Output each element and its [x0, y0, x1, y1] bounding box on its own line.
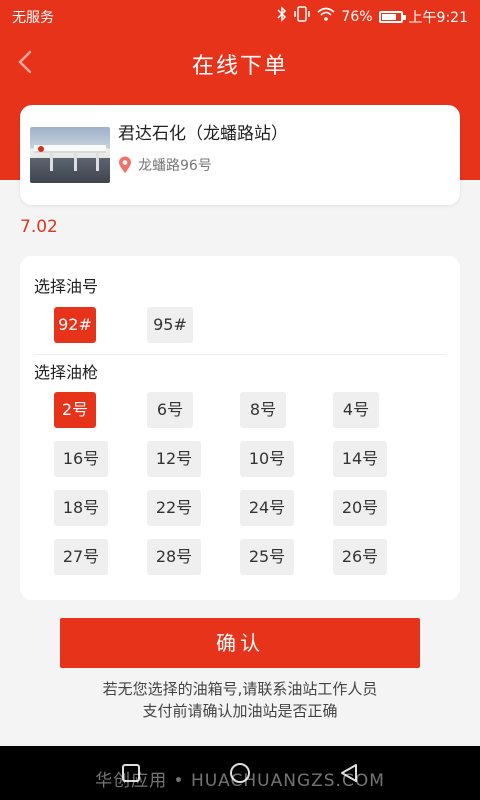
station-pillar	[96, 153, 99, 171]
section-divider	[34, 354, 446, 355]
station-address-text: 龙蟠路96号	[138, 158, 212, 174]
title-bar: 在线下单	[0, 36, 480, 88]
nozzle-option[interactable]: 12号	[147, 441, 201, 477]
fuel-type-title: 选择油号	[34, 277, 99, 296]
status-bar: 无服务 76% 上午9:21	[0, 0, 480, 32]
vibrate-icon	[293, 6, 311, 28]
nozzle-option[interactable]: 20号	[333, 490, 387, 526]
nozzle-option[interactable]: 27号	[54, 539, 108, 575]
nozzle-option[interactable]: 14号	[333, 441, 387, 477]
nozzle-option[interactable]: 18号	[54, 490, 108, 526]
nozzle-option[interactable]: 10号	[240, 441, 294, 477]
station-name: 君达石化（龙蟠路站）	[118, 124, 288, 144]
fuel-price: 7.02	[20, 217, 58, 237]
station-card[interactable]: 君达石化（龙蟠路站） 龙蟠路96号	[20, 105, 460, 205]
station-pillar	[74, 153, 77, 171]
nozzle-option[interactable]: 26号	[333, 539, 387, 575]
nozzle-option[interactable]: 25号	[240, 539, 294, 575]
notice-line-2: 支付前请确认加油站是否正确	[142, 702, 338, 720]
confirm-button[interactable]: 确认	[60, 618, 420, 668]
station-photo	[30, 127, 110, 183]
location-pin-icon	[118, 156, 132, 174]
fuel-option[interactable]: 92#	[54, 307, 96, 343]
station-address: 龙蟠路96号	[118, 155, 212, 175]
station-logo	[38, 146, 44, 152]
station-canopy	[34, 145, 106, 153]
battery-icon	[378, 11, 406, 23]
page-title: 在线下单	[191, 54, 288, 79]
battery-percent: 76%	[341, 9, 373, 25]
nozzle-option[interactable]: 24号	[240, 490, 294, 526]
nozzle-option[interactable]: 4号	[333, 392, 379, 428]
nozzle-option[interactable]: 16号	[54, 441, 108, 477]
nozzle-option[interactable]: 8号	[240, 392, 286, 428]
nozzle-option[interactable]: 2号	[54, 392, 96, 428]
clock: 上午9:21	[408, 10, 468, 26]
station-pillar	[50, 153, 53, 171]
nozzle-title: 选择油枪	[34, 363, 99, 382]
carrier-label: 无服务	[12, 10, 54, 26]
notice-line-1: 若无您选择的油箱号,请联系油站工作人员	[102, 680, 378, 698]
watermark: 华创应用 • HUACHUANGZS.COM	[95, 771, 385, 791]
nozzle-option[interactable]: 28号	[147, 539, 201, 575]
battery-fill	[381, 14, 396, 20]
nozzle-option[interactable]: 6号	[147, 392, 193, 428]
selection-card: 选择油号 92# 95# 选择油枪 2号 6号 8号 4号 16号 12号 10…	[20, 256, 460, 600]
wifi-icon	[317, 6, 335, 28]
nozzle-option[interactable]: 22号	[147, 490, 201, 526]
bluetooth-icon	[277, 6, 287, 28]
fuel-option[interactable]: 95#	[147, 307, 193, 343]
